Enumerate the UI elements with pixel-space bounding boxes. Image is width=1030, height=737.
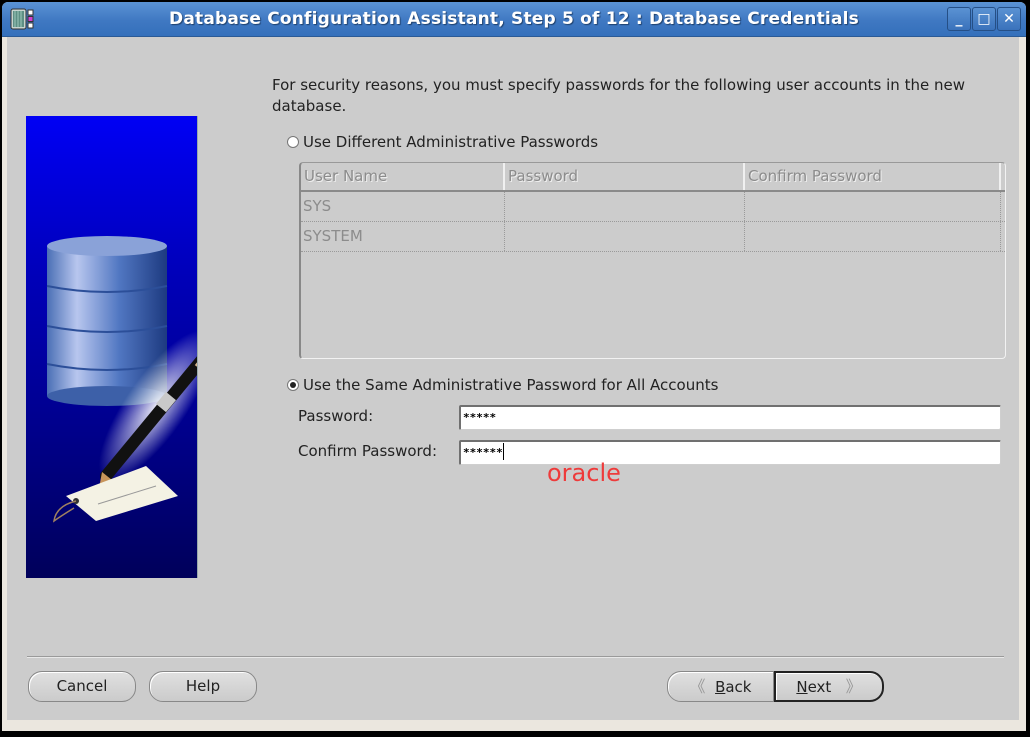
column-header-confirm-password[interactable]: Confirm Password — [745, 163, 1001, 190]
same-password-radio[interactable] — [287, 379, 299, 391]
title-bar[interactable]: Database Configuration Assistant, Step 5… — [2, 2, 1026, 37]
dialog-content: For security reasons, you must specify p… — [7, 37, 1019, 720]
password-input-value: ***** — [463, 411, 497, 424]
confirm-password-input-value: ****** — [463, 446, 503, 459]
table-header: User Name Password Confirm Password — [301, 163, 1005, 192]
cell-password — [505, 192, 745, 221]
maximize-button[interactable]: □ — [972, 7, 996, 31]
chevron-right-icon: 》 — [845, 677, 862, 696]
back-mnemonic: B — [715, 678, 726, 696]
text-caret — [502, 442, 504, 460]
chevron-left-icon: 《 — [689, 677, 706, 696]
next-button-label: ext — [807, 678, 832, 696]
password-input[interactable]: ***** — [459, 405, 1001, 430]
different-passwords-radio[interactable] — [287, 136, 299, 148]
cell-password — [505, 222, 745, 251]
confirm-password-input[interactable]: ****** — [459, 440, 1001, 465]
confirm-password-label: Confirm Password: — [298, 442, 438, 460]
same-password-label: Use the Same Administrative Password for… — [303, 376, 719, 394]
database-illustration — [26, 116, 198, 578]
cell-confirm-password — [745, 222, 1001, 251]
table-row: SYSTEM — [301, 222, 1005, 252]
maximize-icon: □ — [977, 11, 991, 27]
minimize-icon: _ — [955, 11, 963, 27]
different-passwords-option[interactable]: Use Different Administrative Passwords — [287, 133, 598, 151]
cell-user-name: SYSTEM — [301, 222, 505, 251]
cell-confirm-password — [745, 192, 1001, 221]
back-button-label: ack — [725, 678, 752, 696]
cell-user-name: SYS — [301, 192, 505, 221]
password-label: Password: — [298, 407, 374, 425]
table-row: SYS — [301, 192, 1005, 222]
back-button[interactable]: 《 Back — [667, 671, 774, 702]
close-icon: ✕ — [1003, 11, 1015, 27]
window-title: Database Configuration Assistant, Step 5… — [169, 9, 859, 29]
column-header-user-name[interactable]: User Name — [301, 163, 505, 190]
minimize-button[interactable]: _ — [947, 7, 971, 31]
same-password-option[interactable]: Use the Same Administrative Password for… — [287, 376, 718, 394]
different-passwords-label: Use Different Administrative Passwords — [303, 133, 599, 151]
help-button[interactable]: Help — [149, 671, 257, 702]
cancel-button[interactable]: Cancel — [28, 671, 136, 702]
close-button[interactable]: ✕ — [997, 7, 1021, 31]
accounts-table: User Name Password Confirm Password SYS … — [299, 162, 1006, 359]
password-annotation: oracle — [547, 459, 621, 487]
next-mnemonic: N — [796, 678, 808, 696]
intro-text: For security reasons, you must specify p… — [272, 76, 965, 115]
cancel-button-label: Cancel — [56, 677, 108, 695]
help-button-label: Help — [185, 677, 221, 695]
next-button[interactable]: Next 》 — [774, 671, 884, 702]
dialog-window: Database Configuration Assistant, Step 5… — [2, 2, 1026, 731]
button-separator — [27, 656, 1004, 658]
column-header-password[interactable]: Password — [505, 163, 745, 190]
